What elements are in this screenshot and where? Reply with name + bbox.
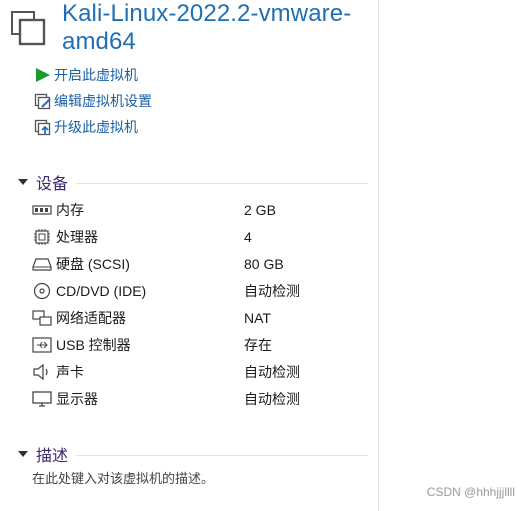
memory-icon: [32, 201, 52, 219]
device-name: 硬盘 (SCSI): [56, 255, 130, 272]
upgrade-icon: [34, 118, 52, 136]
vm-actions: 开启此虚拟机 编辑虚拟机设置 升级此虚拟机: [34, 62, 152, 140]
device-value: 2 GB: [244, 201, 276, 218]
devices-list: 内存 2 GB 处理器 4 硬盘 (SCSI) 80 GB CD/DVD (ID…: [32, 196, 362, 412]
devices-section-header[interactable]: 设备: [16, 170, 368, 194]
device-row-soundcard[interactable]: 声卡 自动检测: [32, 358, 362, 385]
power-on-action[interactable]: 开启此虚拟机: [34, 62, 152, 88]
vm-icon: [10, 10, 46, 46]
collapse-triangle-icon[interactable]: [16, 447, 30, 461]
power-on-label[interactable]: 开启此虚拟机: [54, 65, 138, 85]
device-name: 显示器: [56, 390, 98, 407]
device-value: 自动检测: [244, 282, 300, 299]
device-value: 自动检测: [244, 390, 300, 407]
device-value: 4: [244, 228, 252, 245]
description-input[interactable]: 在此处键入对该虚拟机的描述。: [32, 468, 214, 487]
vm-header: Kali-Linux-2022.2-vmware-amd64: [10, 0, 378, 55]
device-value: 80 GB: [244, 255, 284, 272]
section-divider: [76, 182, 368, 184]
device-value: 存在: [244, 336, 272, 353]
usb-icon: [32, 336, 52, 354]
device-name: CD/DVD (IDE): [56, 282, 147, 299]
edit-settings-icon: [34, 92, 52, 110]
collapse-triangle-icon[interactable]: [16, 175, 30, 189]
vm-summary-pane: Kali-Linux-2022.2-vmware-amd64 开启此虚拟机 编辑…: [0, 0, 379, 511]
device-name: 处理器: [56, 228, 98, 245]
device-name: USB 控制器: [56, 336, 131, 353]
device-row-cddvd[interactable]: CD/DVD (IDE) 自动检测: [32, 277, 362, 304]
watermark: CSDN @hhhjjjllll: [426, 485, 515, 499]
device-row-usb[interactable]: USB 控制器 存在: [32, 331, 362, 358]
device-value: 自动检测: [244, 363, 300, 380]
harddisk-icon: [32, 255, 52, 273]
device-row-network[interactable]: 网络适配器 NAT: [32, 304, 362, 331]
play-icon: [34, 66, 52, 84]
device-row-memory[interactable]: 内存 2 GB: [32, 196, 362, 223]
device-row-display[interactable]: 显示器 自动检测: [32, 385, 362, 412]
section-divider: [76, 454, 368, 456]
cd-icon: [32, 282, 52, 300]
edit-settings-action[interactable]: 编辑虚拟机设置: [34, 88, 152, 114]
network-icon: [32, 309, 52, 327]
device-value: NAT: [244, 309, 271, 326]
device-row-processor[interactable]: 处理器 4: [32, 223, 362, 250]
description-section-header[interactable]: 描述: [16, 442, 368, 466]
device-name: 声卡: [56, 363, 84, 380]
vm-title: Kali-Linux-2022.2-vmware-amd64: [62, 0, 352, 55]
speaker-icon: [32, 363, 52, 381]
upgrade-label[interactable]: 升级此虚拟机: [54, 117, 138, 137]
edit-settings-label[interactable]: 编辑虚拟机设置: [54, 91, 152, 111]
upgrade-action[interactable]: 升级此虚拟机: [34, 114, 152, 140]
device-name: 内存: [56, 201, 84, 218]
device-name: 网络适配器: [56, 309, 126, 326]
cpu-icon: [32, 228, 52, 246]
display-icon: [32, 390, 52, 408]
devices-section-title: 设备: [36, 176, 69, 193]
device-row-harddisk[interactable]: 硬盘 (SCSI) 80 GB: [32, 250, 362, 277]
description-section-title: 描述: [36, 448, 69, 465]
